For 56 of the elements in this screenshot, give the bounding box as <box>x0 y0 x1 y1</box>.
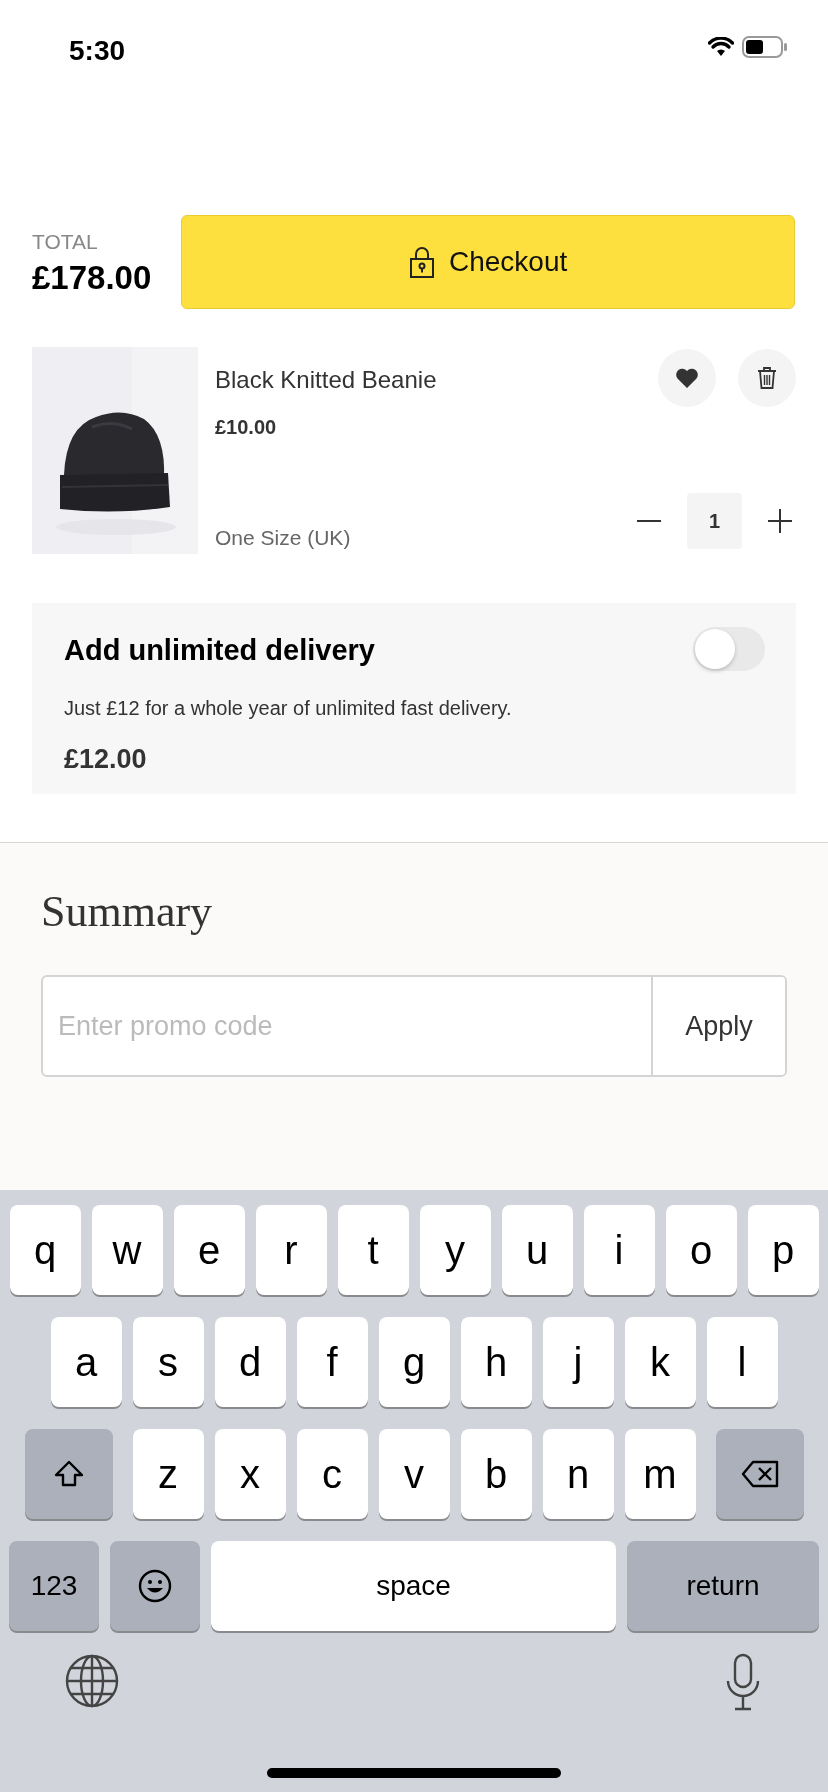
keyboard-key[interactable]: k <box>624 1317 696 1407</box>
keyboard-key[interactable]: c <box>296 1429 368 1519</box>
emoji-icon <box>138 1569 172 1603</box>
wifi-icon <box>708 37 734 57</box>
keyboard-key[interactable]: r <box>255 1205 327 1295</box>
plus-icon <box>768 509 792 533</box>
total-label: TOTAL <box>32 229 99 256</box>
minus-icon <box>637 520 661 522</box>
offer-price: £12.00 <box>64 742 148 776</box>
keyboard-key[interactable]: s <box>132 1317 204 1407</box>
keyboard-key[interactable]: d <box>214 1317 286 1407</box>
delivery-toggle[interactable] <box>693 627 765 671</box>
return-key[interactable]: return <box>627 1541 819 1631</box>
keyboard-key[interactable]: a <box>50 1317 122 1407</box>
product-price: £10.00 <box>215 415 278 440</box>
globe-icon[interactable] <box>64 1653 120 1709</box>
keyboard-key[interactable]: i <box>583 1205 655 1295</box>
backspace-icon <box>740 1458 779 1490</box>
keyboard-key[interactable]: z <box>132 1429 204 1519</box>
keyboard-key[interactable]: q <box>9 1205 81 1295</box>
keyboard-key[interactable]: y <box>419 1205 491 1295</box>
keyboard-key[interactable] <box>715 1429 804 1519</box>
apply-button[interactable]: Apply <box>651 977 785 1075</box>
summary-heading: Summary <box>41 886 214 938</box>
offer-description: Just £12 for a whole year of unlimited fast delivery. <box>64 695 513 721</box>
checkout-button[interactable]: Checkout <box>181 215 795 309</box>
product-name: Black Knitted Beanie <box>215 365 437 395</box>
keyboard-key[interactable]: u <box>501 1205 573 1295</box>
keyboard-key[interactable]: m <box>624 1429 696 1519</box>
keyboard-key[interactable]: v <box>378 1429 450 1519</box>
status-time: 5:30 <box>69 34 126 68</box>
keyboard-key[interactable]: o <box>665 1205 737 1295</box>
keyboard-key[interactable]: g <box>378 1317 450 1407</box>
lock-icon <box>409 245 435 279</box>
keyboard-key[interactable]: l <box>706 1317 778 1407</box>
heart-icon <box>675 367 699 389</box>
total-amount: £178.00 <box>32 257 152 298</box>
keyboard-key[interactable]: p <box>747 1205 819 1295</box>
keyboard-key[interactable]: h <box>460 1317 532 1407</box>
keyboard-key[interactable]: t <box>337 1205 409 1295</box>
quantity-value: 1 <box>687 493 742 549</box>
keyboard-key[interactable]: 123 <box>9 1541 99 1631</box>
emoji-key[interactable] <box>110 1541 200 1631</box>
battery-icon <box>742 36 788 58</box>
keyboard-key[interactable]: w <box>91 1205 163 1295</box>
keyboard-key[interactable]: n <box>542 1429 614 1519</box>
trash-icon <box>756 366 778 390</box>
keyboard-key[interactable]: j <box>542 1317 614 1407</box>
offer-title: Add unlimited delivery <box>64 633 375 668</box>
keyboard-key[interactable]: e <box>173 1205 245 1295</box>
keyboard-key[interactable]: b <box>460 1429 532 1519</box>
space-key[interactable]: space <box>211 1541 616 1631</box>
keyboard-key[interactable] <box>24 1429 113 1519</box>
promo-code-field[interactable]: Enter promo code Apply <box>41 975 787 1077</box>
keyboard-key[interactable]: f <box>296 1317 368 1407</box>
keyboard-key[interactable]: x <box>214 1429 286 1519</box>
